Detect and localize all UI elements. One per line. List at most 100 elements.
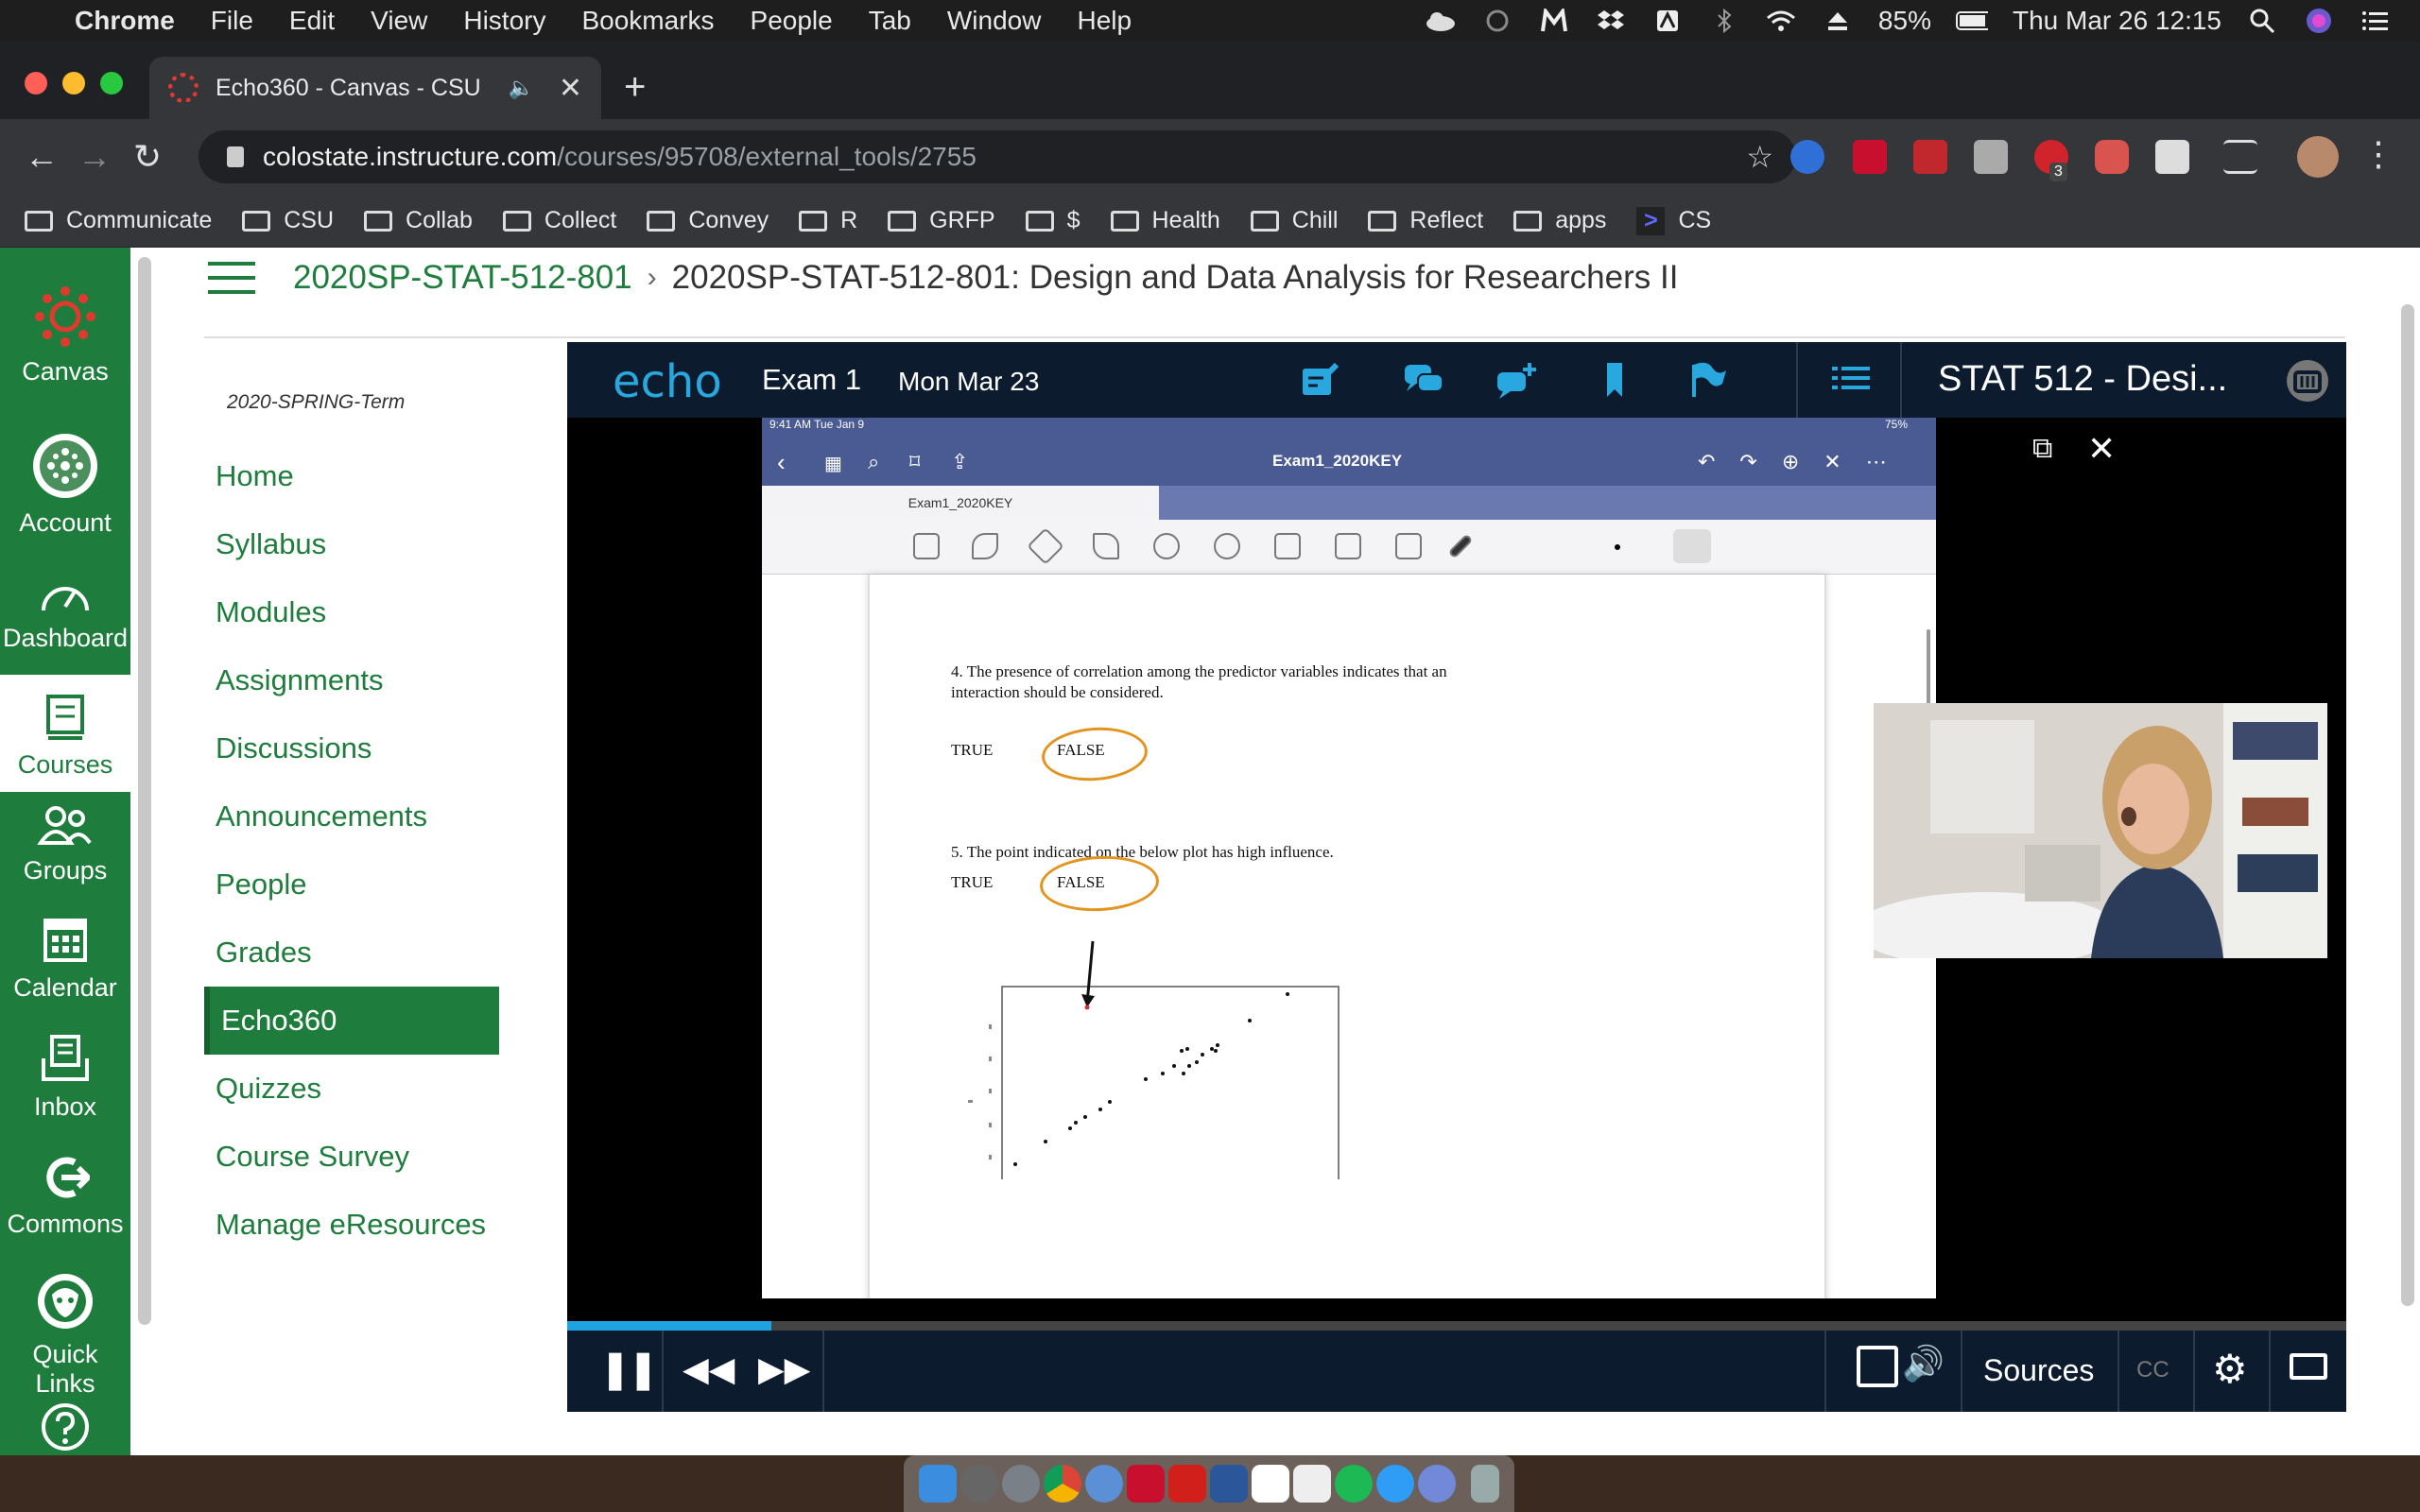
- global-nav-groups[interactable]: Groups: [0, 805, 130, 885]
- bookmark-folder[interactable]: Health: [1110, 207, 1220, 234]
- close-secondary-icon[interactable]: ✕: [2087, 429, 2116, 469]
- dropbox-icon[interactable]: [1595, 9, 1627, 33]
- instructor-video-thumbnail[interactable]: [1874, 703, 2327, 958]
- echo-app-icon[interactable]: [2284, 357, 2331, 404]
- ask-question-icon[interactable]: [1495, 361, 1537, 399]
- menu-bookmarks[interactable]: Bookmarks: [563, 6, 732, 36]
- global-nav-dashboard[interactable]: Dashboard: [0, 576, 130, 653]
- malwarebytes-icon[interactable]: [1538, 9, 1570, 33]
- global-nav-quick-links[interactable]: Quick Links: [0, 1272, 130, 1399]
- forward-arrow-icon[interactable]: →: [68, 137, 121, 177]
- bookmark-folder[interactable]: Communicate: [25, 207, 212, 234]
- global-nav-help[interactable]: [0, 1402, 130, 1461]
- menu-file[interactable]: File: [193, 6, 271, 36]
- pop-out-icon[interactable]: ⧉: [2032, 433, 2052, 465]
- bookmark-folder[interactable]: Collect: [502, 207, 616, 234]
- global-nav-commons[interactable]: Commons: [0, 1155, 130, 1239]
- left-scrollbar[interactable]: [138, 257, 151, 1325]
- course-menu-toggle-icon[interactable]: [208, 262, 255, 294]
- back-arrow-icon[interactable]: ←: [15, 137, 68, 177]
- media-controls-icon[interactable]: [2223, 140, 2257, 174]
- spotlight-search-icon[interactable]: [2246, 9, 2278, 34]
- profile-avatar[interactable]: [2297, 136, 2339, 178]
- tab-close-icon[interactable]: ✕: [559, 72, 582, 105]
- tab-audio-icon[interactable]: 🔈: [508, 76, 533, 100]
- discord-icon[interactable]: [1418, 1465, 1456, 1503]
- battery-icon[interactable]: [1955, 9, 1988, 33]
- breadcrumb-course-link[interactable]: 2020SP-STAT-512-801: [293, 259, 632, 297]
- window-minimize-button[interactable]: [62, 72, 85, 94]
- bookmark-folder[interactable]: Reflect: [1368, 207, 1483, 234]
- menu-tab[interactable]: Tab: [851, 6, 929, 36]
- zotero-icon[interactable]: [1168, 1465, 1206, 1503]
- lock-icon[interactable]: [227, 146, 244, 167]
- course-nav-home[interactable]: Home: [204, 442, 499, 510]
- eject-icon[interactable]: [1822, 9, 1854, 33]
- course-nav-modules[interactable]: Modules: [204, 578, 499, 646]
- global-nav-canvas[interactable]: Canvas: [0, 285, 130, 387]
- menu-history[interactable]: History: [445, 6, 563, 36]
- extension-document-icon[interactable]: [2155, 140, 2189, 174]
- playback-progress-bar[interactable]: [567, 1321, 2346, 1331]
- course-nav-quizzes[interactable]: Quizzes: [204, 1055, 499, 1123]
- notes-icon[interactable]: [1301, 361, 1342, 399]
- rstudio-icon[interactable]: [1085, 1465, 1123, 1503]
- extension-shield-icon[interactable]: [2095, 140, 2129, 174]
- new-tab-button[interactable]: +: [624, 66, 646, 109]
- menu-help[interactable]: Help: [1059, 6, 1150, 36]
- menu-view[interactable]: View: [353, 6, 445, 36]
- menu-people[interactable]: People: [733, 6, 851, 36]
- mendeley-dock-icon[interactable]: [1127, 1465, 1165, 1503]
- messages-icon[interactable]: [1376, 1465, 1414, 1503]
- fast-forward-button[interactable]: ▶▶: [758, 1349, 810, 1389]
- spotify-icon[interactable]: [1335, 1465, 1373, 1503]
- trash-icon[interactable]: [1471, 1465, 1499, 1503]
- bookmark-folder[interactable]: Convey: [647, 207, 769, 234]
- menu-edit[interactable]: Edit: [271, 6, 353, 36]
- reload-icon[interactable]: ↻: [121, 137, 174, 177]
- menubar-clock[interactable]: Thu Mar 26 12:15: [2013, 6, 2221, 36]
- bookmark-folder[interactable]: GRFP: [888, 207, 995, 234]
- window-close-button[interactable]: [25, 72, 47, 94]
- bookmark-cs[interactable]: > CS: [1636, 206, 1711, 235]
- right-scrollbar[interactable]: [2401, 304, 2414, 1306]
- flag-icon[interactable]: [1688, 361, 1730, 399]
- bluetooth-icon[interactable]: [1708, 9, 1740, 33]
- course-nav-announcements[interactable]: Announcements: [204, 782, 499, 850]
- global-nav-inbox[interactable]: Inbox: [0, 1034, 130, 1122]
- sources-button[interactable]: Sources: [1983, 1353, 2094, 1388]
- pause-button[interactable]: ❚❚: [599, 1348, 659, 1391]
- closed-captions-button[interactable]: CC: [2136, 1357, 2169, 1383]
- chrome-dock-icon[interactable]: [1044, 1465, 1081, 1503]
- course-nav-discussions[interactable]: Discussions: [204, 714, 499, 782]
- presenter-view-icon[interactable]: [1857, 1346, 1898, 1387]
- address-bar[interactable]: colostate.instructure.com/courses/95708/…: [199, 130, 1796, 183]
- extension-lastpass-icon[interactable]: [1913, 140, 1947, 174]
- bookmark-folder[interactable]: Chill: [1250, 207, 1338, 234]
- cloud-icon[interactable]: [1425, 9, 1457, 33]
- chrome-menu-icon[interactable]: ⋮: [2352, 134, 2405, 174]
- window-zoom-button[interactable]: [100, 72, 123, 94]
- extension-grey-icon[interactable]: [1974, 140, 2008, 174]
- course-nav-grades[interactable]: Grades: [204, 919, 499, 987]
- menu-app-name[interactable]: Chrome: [57, 6, 193, 36]
- bookmark-folder[interactable]: $: [1025, 207, 1080, 234]
- siri-icon[interactable]: [2303, 9, 2335, 33]
- bookmark-folder[interactable]: apps: [1513, 207, 1606, 234]
- course-nav-people[interactable]: People: [204, 850, 499, 919]
- volume-icon[interactable]: 🔊: [1902, 1344, 1945, 1383]
- bookmark-icon[interactable]: [1594, 361, 1635, 399]
- bookmark-folder[interactable]: Collab: [364, 207, 473, 234]
- settings-gear-icon[interactable]: ⚙: [2212, 1346, 2248, 1392]
- screenshot-app-icon[interactable]: [1651, 9, 1684, 33]
- rewind-button[interactable]: ◀◀: [683, 1349, 735, 1389]
- browser-tab-active[interactable]: Echo360 - Canvas - CSU 🔈 ✕: [149, 57, 601, 119]
- screen-layout-icon[interactable]: [2290, 1353, 2327, 1380]
- bookmark-folder[interactable]: R: [799, 207, 857, 234]
- wifi-icon[interactable]: [1765, 9, 1797, 33]
- notification-center-icon[interactable]: [2360, 9, 2392, 33]
- word-icon[interactable]: [1210, 1465, 1248, 1503]
- course-nav-syllabus[interactable]: Syllabus: [204, 510, 499, 578]
- global-nav-calendar[interactable]: Calendar: [0, 915, 130, 1003]
- course-nav-manage-eresources[interactable]: Manage eResources: [204, 1191, 499, 1259]
